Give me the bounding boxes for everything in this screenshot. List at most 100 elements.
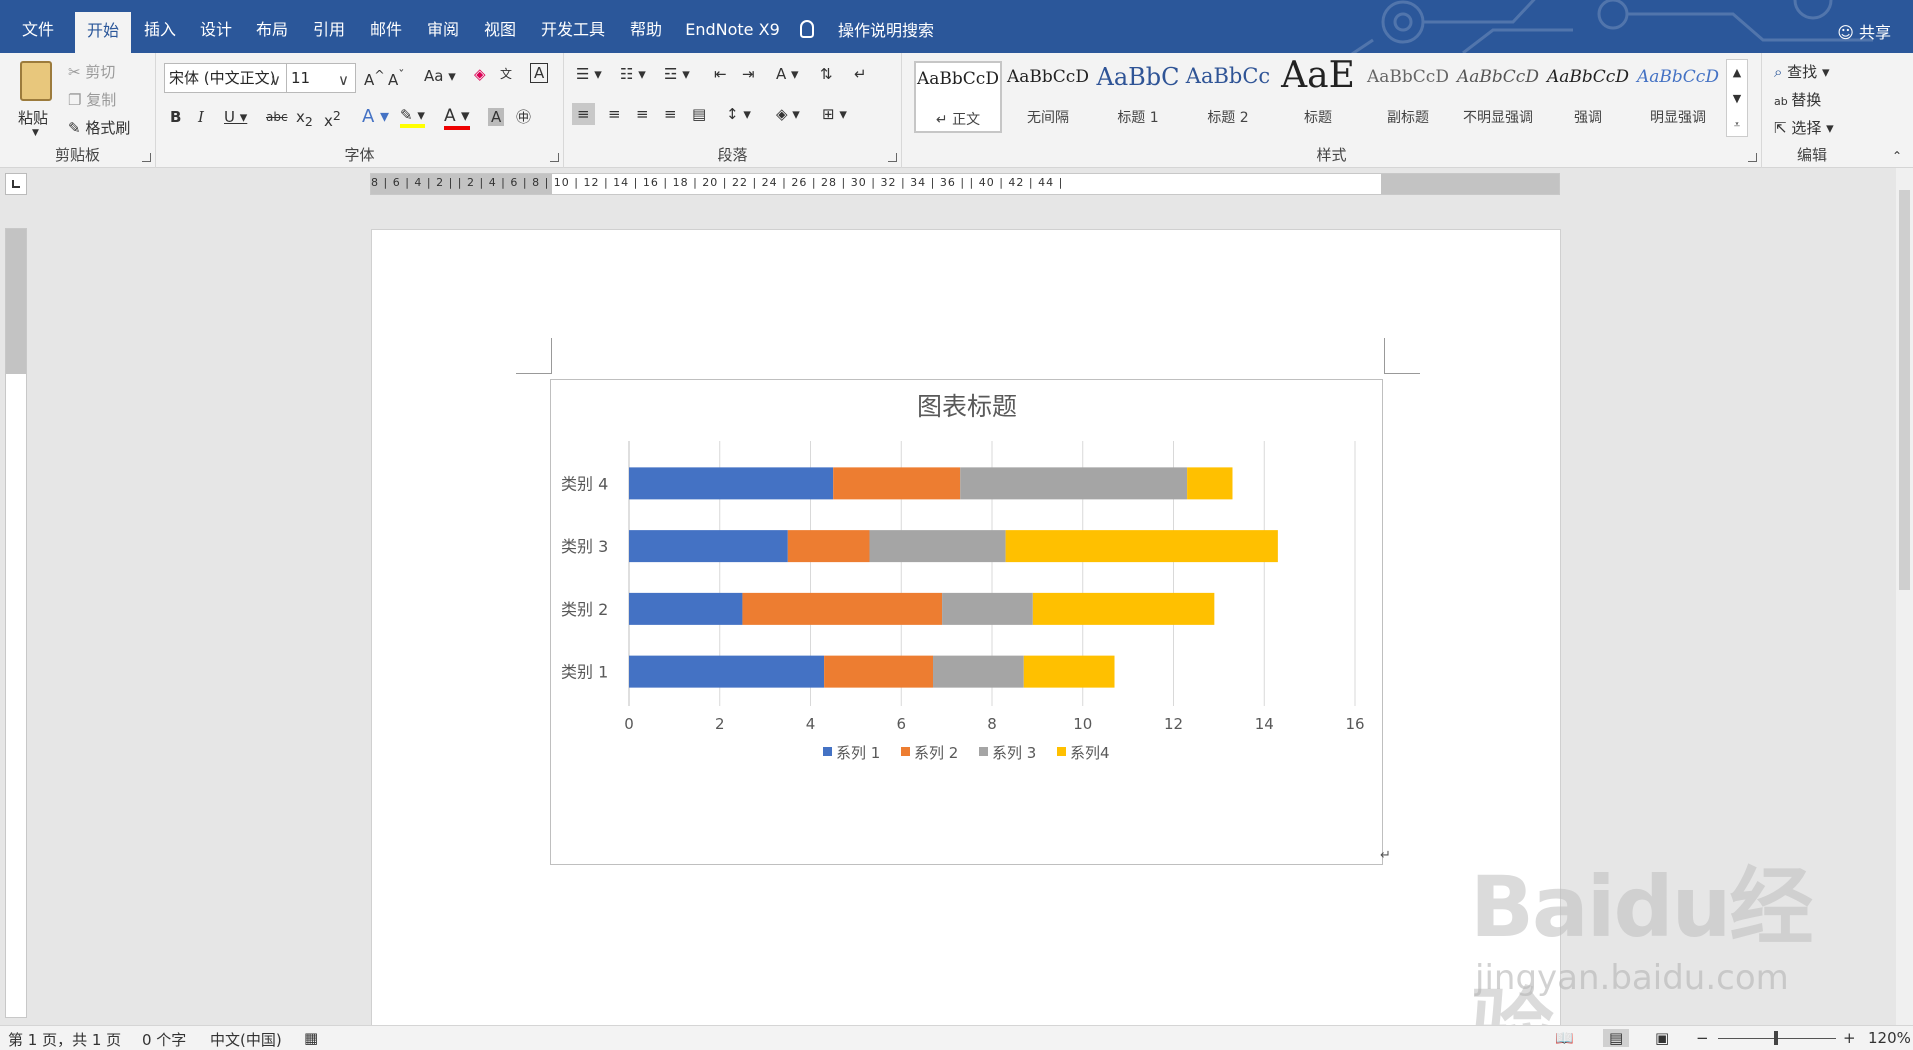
tab-endnote[interactable]: EndNote X9 (680, 0, 785, 53)
increase-indent-icon[interactable]: ⇥ (742, 65, 755, 83)
clear-formatting-icon[interactable]: ◈ (474, 65, 486, 83)
select-button[interactable]: ⇱ 选择 ▾ (1774, 117, 1834, 138)
read-mode-icon[interactable]: 📖 (1555, 1029, 1574, 1047)
numbering-icon[interactable]: ☷ ▾ (620, 65, 646, 83)
styles-launcher-icon[interactable] (1748, 153, 1757, 162)
page-count[interactable]: 第 1 页，共 1 页 (8, 1029, 121, 1050)
share-button[interactable]: ☺ 共享 (1837, 0, 1891, 53)
scrollbar-thumb[interactable] (1899, 190, 1910, 590)
character-shading-icon[interactable]: A (488, 108, 505, 126)
style-emphasis[interactable]: AaBbCcD 强调 (1544, 61, 1632, 133)
shrink-font-button[interactable]: Aˇ (388, 67, 405, 89)
collapse-ribbon-icon[interactable]: ⌃ (1892, 149, 1902, 163)
clipboard-launcher-icon[interactable] (142, 153, 151, 162)
print-layout-icon[interactable]: ▤ (1603, 1029, 1630, 1047)
shading-icon[interactable]: ◈ ▾ (776, 105, 800, 123)
decrease-indent-icon[interactable]: ⇤ (714, 65, 727, 83)
vertical-ruler[interactable] (5, 228, 27, 1018)
phonetic-guide-icon[interactable]: 文 (500, 65, 512, 82)
distributed-button[interactable]: ▤ (692, 105, 706, 123)
legend-swatch (823, 747, 832, 756)
grow-font-button[interactable]: A^ (364, 67, 385, 89)
tab-selector[interactable] (5, 173, 27, 195)
bold-button[interactable]: B (170, 108, 181, 126)
x-tick-label: 8 (987, 715, 997, 733)
italic-button[interactable]: I (198, 108, 204, 126)
line-spacing-icon[interactable]: ↕ ▾ (726, 105, 751, 123)
horizontal-ruler[interactable]: 8 | 6 | 4 | 2 | | 2 | 4 | 6 | 8 | 10 | 1… (370, 173, 1560, 195)
crop-mark-top-left (516, 338, 552, 374)
font-color-icon[interactable]: A ▾ (444, 106, 470, 130)
tab-developer[interactable]: 开发工具 (533, 0, 613, 53)
align-left-button[interactable]: ≡ (572, 103, 595, 125)
sort-icon[interactable]: ⇅ (820, 65, 833, 83)
vertical-scrollbar[interactable] (1896, 168, 1913, 1025)
tab-insert[interactable]: 插入 (134, 0, 186, 53)
style-subtitle[interactable]: AaBbCcD 副标题 (1364, 61, 1452, 133)
tab-review[interactable]: 审阅 (417, 0, 469, 53)
style-no-spacing[interactable]: AaBbCcD 无间隔 (1004, 61, 1092, 133)
show-marks-icon[interactable]: ↵ (854, 65, 867, 83)
highlight-icon[interactable]: ✎ ▾ (400, 106, 425, 128)
subscript-button[interactable]: x2 (296, 108, 313, 129)
tab-view[interactable]: 视图 (474, 0, 526, 53)
style-normal[interactable]: AaBbCcD ↵ 正文 (914, 61, 1002, 133)
strikethrough-button[interactable]: abc (266, 110, 288, 124)
x-tick-label: 6 (896, 715, 906, 733)
x-tick-label: 2 (715, 715, 725, 733)
tab-references[interactable]: 引用 (303, 0, 355, 53)
style-heading-2[interactable]: AaBbCc 标题 2 (1184, 61, 1272, 133)
tab-layout[interactable]: 布局 (246, 0, 298, 53)
copy-button[interactable]: ❐ 复制 (68, 89, 116, 110)
style-subtle-emphasis[interactable]: AaBbCcD 不明显强调 (1454, 61, 1542, 133)
word-count[interactable]: 0 个字 (142, 1029, 186, 1050)
person-icon: ☺ (1837, 23, 1859, 42)
ribbon-tab-bar: 文件 开始 插入 设计 布局 引用 邮件 审阅 视图 开发工具 帮助 EndNo… (0, 0, 1913, 53)
tell-me-label: 操作说明搜索 (838, 21, 935, 40)
format-painter-button[interactable]: ✎ 格式刷 (68, 117, 130, 138)
macro-record-icon[interactable]: ▦ (304, 1029, 318, 1047)
style-title[interactable]: AaE 标题 (1274, 55, 1362, 133)
character-border-icon[interactable]: A (530, 63, 549, 83)
tab-design[interactable]: 设计 (190, 0, 242, 53)
style-heading-1[interactable]: AaBbC 标题 1 (1094, 61, 1182, 133)
superscript-button[interactable]: x2 (324, 108, 341, 130)
category-label: 类别 4 (561, 474, 608, 493)
cut-button[interactable]: ✂ 剪切 (68, 61, 115, 82)
bullets-icon[interactable]: ☰ ▾ (576, 65, 602, 83)
tell-me-search[interactable]: 操作说明搜索 (800, 0, 934, 53)
paste-button[interactable]: 粘贴 ▼ (18, 61, 58, 141)
styles-gallery-scroll[interactable]: ▲ ▼ ⩡ (1726, 59, 1748, 137)
chart-object[interactable]: 图表标题 0 2 4 6 8 10 12 14 16 类别 1 类别 2 类别 3 类别 4 系列 1 系列 … (550, 379, 1383, 865)
chinese-layout-icon[interactable]: A ▾ (776, 65, 799, 83)
font-size-dropdown[interactable]: 11 ∨ (286, 63, 356, 93)
tab-help[interactable]: 帮助 (620, 0, 672, 53)
zoom-level[interactable]: 120% (1868, 1029, 1911, 1047)
borders-icon[interactable]: ⊞ ▾ (822, 105, 847, 123)
paragraph-launcher-icon[interactable] (888, 153, 897, 162)
x-tick-label: 12 (1164, 715, 1183, 733)
tab-home[interactable]: 开始 (75, 12, 131, 53)
underline-button[interactable]: U ▾ (224, 108, 247, 126)
font-name-dropdown[interactable]: 宋体 (中文正文) ∨ (164, 63, 288, 93)
style-name: ↵ 正文 (935, 112, 981, 128)
zoom-out-button[interactable]: − (1696, 1029, 1709, 1047)
align-center-button[interactable]: ≡ (608, 105, 621, 123)
tab-file[interactable]: 文件 (8, 0, 68, 53)
zoom-in-button[interactable]: + (1843, 1029, 1856, 1047)
justify-button[interactable]: ≡ (664, 105, 677, 123)
web-layout-icon[interactable]: ▣ (1655, 1029, 1669, 1047)
style-intense-emphasis[interactable]: AaBbCcD 明显强调 (1634, 61, 1722, 133)
language[interactable]: 中文(中国) (210, 1029, 282, 1050)
enclose-characters-icon[interactable]: ㊥ (516, 106, 531, 127)
zoom-slider-thumb[interactable] (1774, 1031, 1778, 1045)
x-tick-label: 4 (806, 715, 816, 733)
replace-button[interactable]: ab 替换 (1774, 89, 1821, 110)
align-right-button[interactable]: ≡ (636, 105, 649, 123)
font-launcher-icon[interactable] (550, 153, 559, 162)
multilevel-list-icon[interactable]: ☲ ▾ (664, 65, 690, 83)
change-case-button[interactable]: Aa ▾ (424, 67, 456, 85)
text-effects-icon[interactable]: A ▾ (362, 106, 389, 127)
tab-mailings[interactable]: 邮件 (360, 0, 412, 53)
find-button[interactable]: ⌕ 查找 ▾ (1774, 61, 1830, 82)
